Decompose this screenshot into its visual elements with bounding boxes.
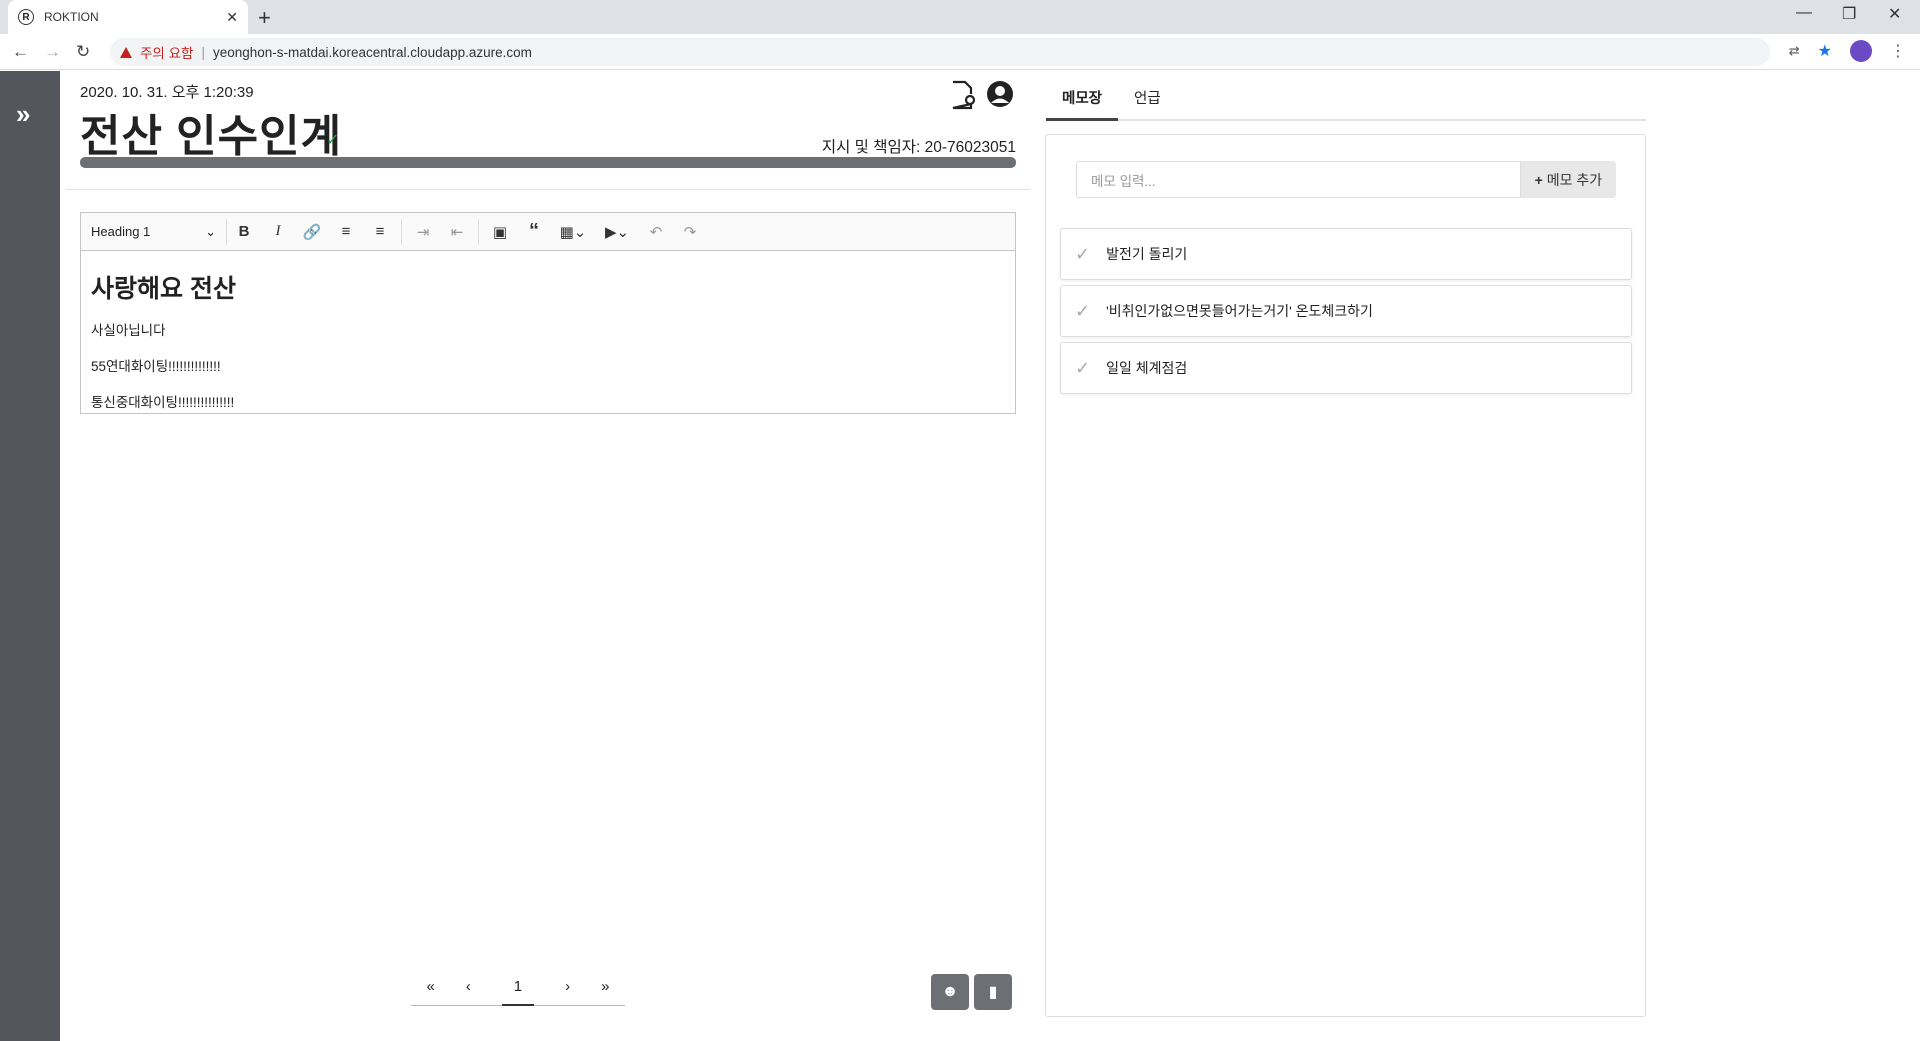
memo-item[interactable]: ✓ '비취인가없으면못들어가는거기' 온도체크하기 <box>1060 285 1632 337</box>
last-page-icon[interactable]: » <box>601 978 609 995</box>
document-icon: ▮ <box>988 984 998 1001</box>
editor-content[interactable]: 사랑해요 전산 사실아닙니다 55연대화이팅!!!!!!!!!!!!!! 통신중… <box>81 251 1015 445</box>
memo-item[interactable]: ✓ 발전기 돌리기 <box>1060 228 1632 280</box>
rich-text-editor[interactable]: Heading 1 ⌄ B I 🔗 ≡ ≡ ⇥ ⇤ ▣ “ ▦⌄ ▶⌄ ↶ ↷ … <box>80 212 1016 414</box>
link-icon[interactable]: 🔗 <box>295 223 329 241</box>
content-paragraph: 사실아닙니다 <box>91 323 166 338</box>
divider <box>66 189 1030 190</box>
translate-icon[interactable]: ⇄ <box>1789 43 1800 59</box>
user-profile-icon[interactable] <box>986 80 1014 108</box>
user-mention-icon: ☻ <box>941 983 959 1000</box>
image-icon[interactable]: ▣ <box>483 223 517 241</box>
progress-bar <box>80 157 1016 168</box>
content-paragraph: 통신중대화이팅!!!!!!!!!!!!!!! <box>91 395 235 410</box>
back-icon[interactable]: ← <box>12 42 29 62</box>
document-meta: 지시 및 책임자: 20-76023051 <box>821 139 1016 156</box>
bookmark-star-icon[interactable]: ★ <box>1818 41 1832 61</box>
redo-icon[interactable]: ↷ <box>673 223 707 241</box>
reload-icon[interactable]: ↻ <box>76 42 90 62</box>
sidebar: » <box>0 71 60 1041</box>
toolbar-separator <box>401 218 402 245</box>
content-heading: 사랑해요 전산 <box>91 275 236 303</box>
indent-icon[interactable]: ⇥ <box>406 223 440 241</box>
url-text: yeonghon-s-matdai.koreacentral.cloudapp.… <box>212 44 532 60</box>
close-tab-icon[interactable]: ✕ <box>226 9 238 26</box>
forward-icon[interactable]: → <box>44 42 61 62</box>
omnibox-actions: ⇄ ★ ⋮ <box>1789 40 1906 62</box>
undo-icon[interactable]: ↶ <box>639 223 673 241</box>
first-page-icon[interactable]: « <box>426 978 434 995</box>
bulleted-list-icon[interactable]: ≡ <box>329 223 363 240</box>
security-warning[interactable]: 주의 요함 <box>120 42 193 62</box>
pagination: « ‹ 1 › » <box>411 978 625 1006</box>
menu-dots-icon[interactable]: ⋮ <box>1890 41 1906 61</box>
italic-icon[interactable]: I <box>261 223 295 240</box>
security-warning-label: 주의 요함 <box>140 46 194 61</box>
restore-icon[interactable]: ❐ <box>1842 4 1856 24</box>
window-close-icon[interactable]: ✕ <box>1888 4 1901 24</box>
table-icon[interactable]: ▦⌄ <box>551 223 595 241</box>
document-title: 전산 인수인계 <box>80 112 343 161</box>
browser-tab-bar: R ROKTION ✕ + — ❐ ✕ <box>0 0 1920 34</box>
document-actions <box>950 80 1014 110</box>
numbered-list-icon[interactable]: ≡ <box>363 223 397 240</box>
memo-input-row: 메모 입력... + 메모 추가 <box>1076 161 1616 198</box>
document-settings-icon[interactable] <box>950 80 976 110</box>
blockquote-icon[interactable]: “ <box>517 220 551 243</box>
outdent-icon[interactable]: ⇤ <box>440 223 474 241</box>
memo-panel: 메모 입력... + 메모 추가 ✓ 발전기 돌리기 ✓ '비취인가없으면못들어… <box>1045 134 1646 1017</box>
address-bar: ← → ↻ 주의 요함 | yeonghon-s-matdai.koreacen… <box>0 34 1920 70</box>
checkmark-icon[interactable]: ✓ <box>1075 244 1090 265</box>
plus-icon: + <box>1534 171 1543 188</box>
profile-avatar-icon[interactable] <box>1850 40 1872 62</box>
toolbar-separator <box>478 218 479 245</box>
checkmark-icon[interactable]: ✓ <box>1075 301 1090 322</box>
panel-tabs: 메모장 언급 <box>1046 86 1646 121</box>
warning-icon <box>120 46 132 58</box>
document-date: 2020. 10. 31. 오후 1:20:39 <box>80 84 254 101</box>
tab-mentions[interactable]: 언급 <box>1118 86 1177 119</box>
url-separator: | <box>201 44 205 60</box>
bold-icon[interactable]: B <box>227 223 261 240</box>
heading-select-value: Heading 1 <box>91 224 151 239</box>
omnibox[interactable]: 주의 요함 | yeonghon-s-matdai.koreacentral.c… <box>110 38 1770 66</box>
browser-tab[interactable]: R ROKTION ✕ <box>8 0 248 34</box>
editor-toolbar: Heading 1 ⌄ B I 🔗 ≡ ≡ ⇥ ⇤ ▣ “ ▦⌄ ▶⌄ ↶ ↷ <box>81 213 1015 251</box>
favicon-icon: R <box>18 9 34 25</box>
minimize-icon[interactable]: — <box>1796 4 1812 22</box>
new-page-button[interactable]: ▮ <box>974 974 1012 1010</box>
heading-select[interactable]: Heading 1 ⌄ <box>91 218 227 245</box>
media-embed-icon[interactable]: ▶⌄ <box>595 223 639 241</box>
expand-sidebar-icon[interactable]: » <box>16 99 30 130</box>
memo-text: 일일 체계점검 <box>1106 360 1188 376</box>
add-memo-button[interactable]: + 메모 추가 <box>1520 161 1616 198</box>
memo-text: '비취인가없으면못들어가는거기' 온도체크하기 <box>1106 303 1373 319</box>
mention-user-button[interactable]: ☻ <box>931 974 969 1010</box>
memo-item[interactable]: ✓ 일일 체계점검 <box>1060 342 1632 394</box>
content-paragraph: 55연대화이팅!!!!!!!!!!!!!! <box>91 359 221 374</box>
checkmark-icon[interactable]: ✓ <box>1075 358 1090 379</box>
check-icon: ✓ <box>326 132 340 149</box>
next-page-icon[interactable]: › <box>565 978 570 995</box>
new-tab-icon[interactable]: + <box>258 5 271 31</box>
prev-page-icon[interactable]: ‹ <box>466 978 471 995</box>
tab-title: ROKTION <box>44 10 99 24</box>
page-number[interactable]: 1 <box>501 978 535 1006</box>
chevron-down-icon: ⌄ <box>205 223 216 239</box>
tab-memo[interactable]: 메모장 <box>1046 86 1119 121</box>
memo-text: 발전기 돌리기 <box>1106 246 1188 262</box>
add-memo-label: 메모 추가 <box>1546 171 1603 188</box>
memo-input[interactable]: 메모 입력... <box>1076 161 1521 198</box>
